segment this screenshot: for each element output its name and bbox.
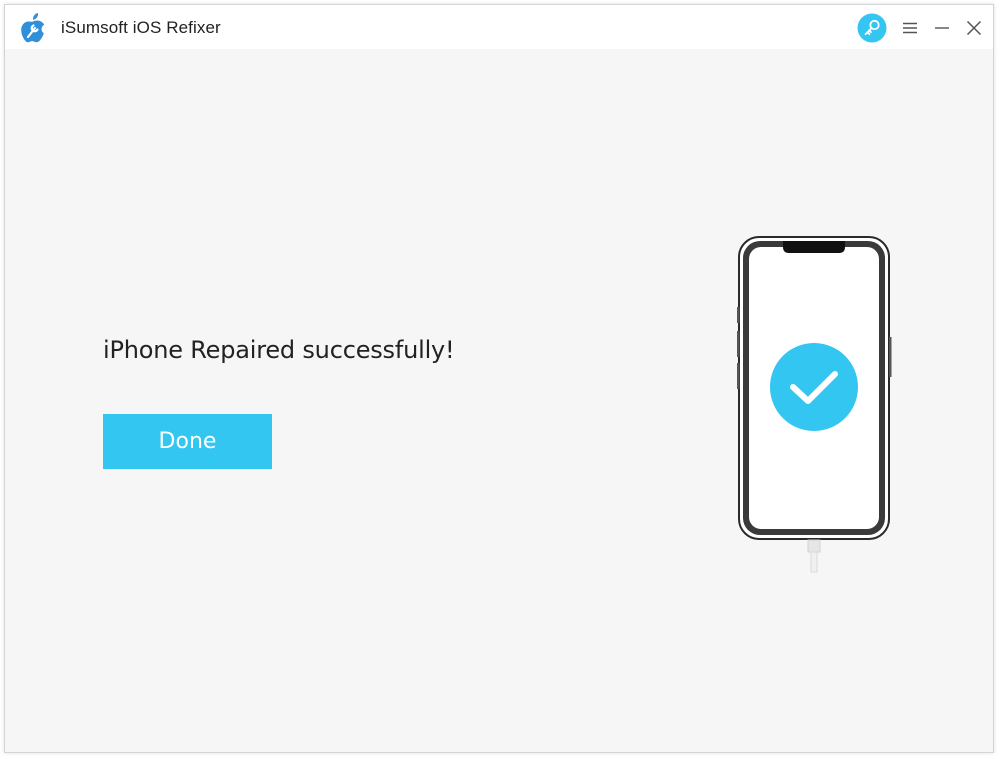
close-button[interactable]	[959, 13, 989, 43]
app-window: iSumsoft iOS Refixer iPhone Repaired suc…	[4, 4, 994, 753]
title-bar: iSumsoft iOS Refixer	[5, 5, 993, 49]
phone-illustration	[737, 236, 892, 573]
menu-button[interactable]	[895, 13, 925, 43]
minimize-button[interactable]	[927, 13, 957, 43]
menu-icon	[903, 22, 917, 34]
app-logo-icon	[21, 13, 45, 43]
app-title: iSumsoft iOS Refixer	[61, 18, 221, 37]
key-icon	[857, 13, 887, 43]
minimize-icon	[935, 27, 949, 29]
register-button[interactable]	[857, 13, 887, 43]
close-icon	[966, 20, 982, 36]
success-message: iPhone Repaired successfully!	[103, 336, 455, 364]
done-button[interactable]: Done	[103, 414, 272, 469]
checkmark-circle-icon	[770, 343, 858, 431]
